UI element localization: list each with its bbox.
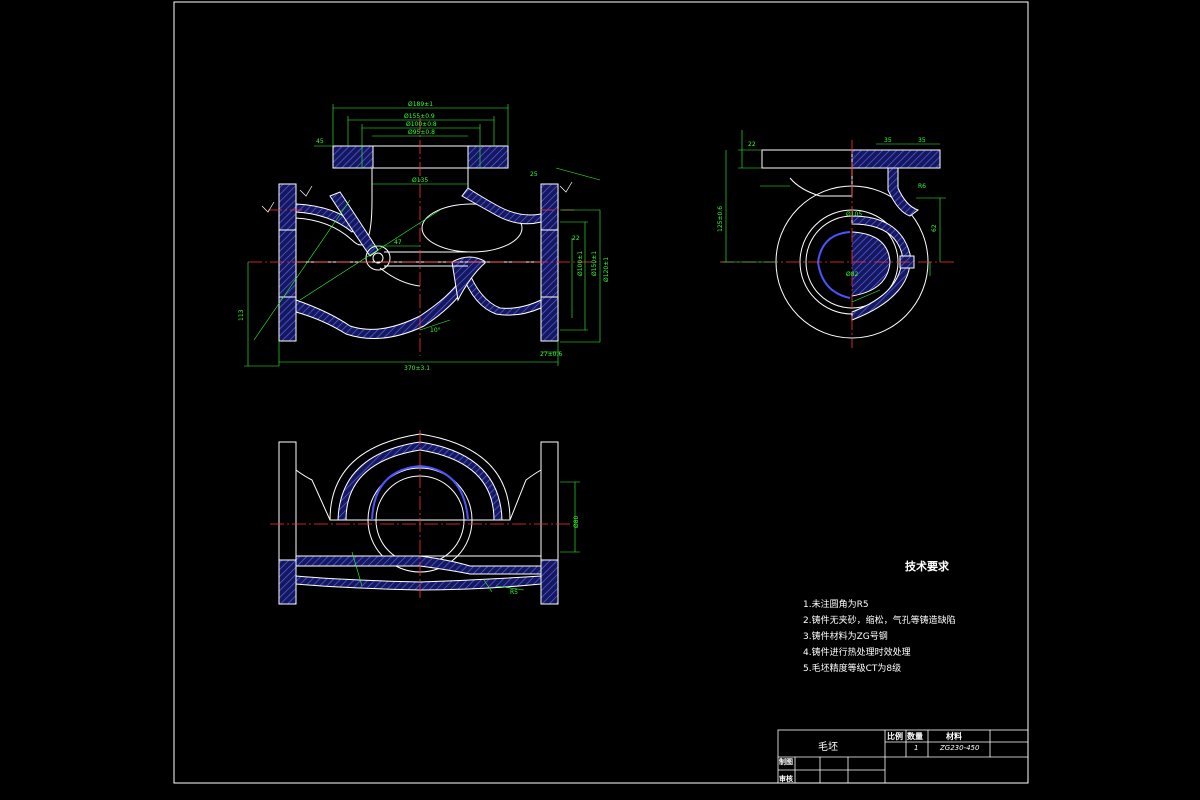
tech-requirement-item: 2.铸件无夹砂，缩松，气孔等铸造缺陷 (803, 616, 956, 626)
dim-overall-length: 370±3.1 (404, 365, 430, 372)
top-lower-wall (295, 555, 542, 575)
title-block (777, 729, 1029, 784)
top-flange-section-left (332, 145, 374, 169)
tech-requirement-item: 5.毛坯精度等级CT为8级 (803, 664, 902, 674)
dim-side-r35: 35 (884, 137, 892, 144)
top-view (278, 433, 559, 605)
tech-requirements-list: 1.未注圆角为R5 2.铸件无夹砂，缩松，气孔等铸造缺陷 3.铸件材料为ZG号钢… (803, 597, 956, 677)
lower-right-wall (461, 269, 542, 316)
dim-side-r6: R6 (918, 183, 926, 190)
right-upper-wall (461, 187, 542, 225)
dim-top-width: Ø189±1 (408, 101, 433, 108)
quantity-label: 数量 (907, 732, 923, 741)
dim-height: 113 (238, 309, 245, 321)
dim-bore-1: Ø155±0.9 (404, 113, 435, 120)
dim-right-27: 27±0.6 (540, 351, 562, 358)
dim-side-r35b: 35 (918, 137, 926, 144)
tech-requirement-item: 1.未注圆角为R5 (803, 600, 869, 610)
drawing-sheet: Ø189±1 Ø155±0.9 Ø100±0.8 Ø95±0.8 45 Ø135… (173, 1, 1029, 784)
dim-top-thickness: 45 (316, 138, 324, 145)
scale-label: 比例 (887, 732, 903, 741)
dim-r25: 25 (530, 171, 538, 178)
dim-side-height: 125±0.6 (717, 206, 724, 232)
dim-side-62: 62 (931, 224, 938, 232)
dim-47: 47 (394, 239, 402, 246)
dim-side-top: 22 (748, 141, 756, 148)
dim-right-d150: Ø150±1 (591, 251, 598, 276)
quantity-value: 1 (914, 744, 919, 752)
drawn-label: 制图 (779, 758, 793, 766)
front-view-section (278, 145, 559, 342)
side-view (761, 149, 941, 339)
dim-right-d120: Ø120±1 (603, 257, 610, 282)
dim-right-22: 22 (572, 235, 580, 242)
tech-requirement-item: 4.铸件进行热处理时效处理 (803, 648, 911, 658)
side-neck-section (887, 167, 920, 217)
dim-side-d105: Ø105 (846, 211, 862, 218)
dim-top-d80: Ø80 (573, 515, 580, 528)
right-flange-section (540, 183, 559, 342)
tech-requirement-item: 3.铸件材料为ZG号钢 (803, 632, 888, 642)
dim-bore-2: Ø100±0.8 (406, 121, 437, 128)
part-name: 毛坯 (818, 742, 838, 753)
top-flange-section-right (467, 145, 509, 169)
material-value: ZG230-450 (940, 744, 980, 752)
side-flange-section (851, 149, 941, 169)
checked-label: 审核 (779, 775, 793, 783)
material-label: 材料 (946, 732, 962, 741)
dim-right-d100: Ø100±1 (577, 251, 584, 276)
dim-bore-3: Ø95±0.8 (408, 129, 435, 136)
dim-top-r5: R5 (510, 589, 518, 596)
left-flange-section (278, 183, 297, 342)
side-view-centerlines (720, 140, 954, 348)
dim-side-d82: Ø82 (846, 271, 859, 278)
dim-inner-bore: Ø135 (412, 177, 428, 184)
tech-requirements-title: 技术要求 (905, 560, 949, 573)
dim-angle: 10° (430, 327, 441, 334)
